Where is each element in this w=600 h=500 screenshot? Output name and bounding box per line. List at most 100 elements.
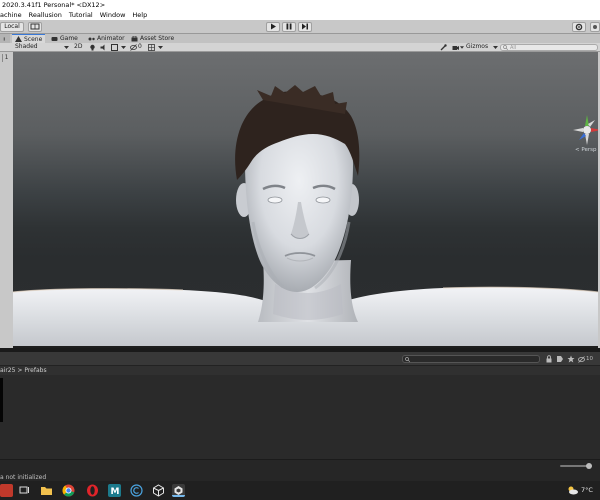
pivot-rotation-toggle[interactable]: Local (0, 22, 24, 32)
gizmos-dropdown[interactable]: Gizmos (466, 43, 498, 51)
effects-chevron[interactable] (121, 44, 127, 51)
grid-icon (148, 44, 155, 51)
store-icon (131, 35, 138, 41)
opera-icon[interactable] (86, 484, 99, 497)
lock-icon (546, 355, 552, 363)
tag-icon (557, 356, 563, 362)
hierarchy-panel-collapsed[interactable]: 1 (0, 52, 13, 348)
maya-icon[interactable]: M (108, 484, 121, 497)
step-button[interactable] (298, 22, 312, 32)
pivot-rotation-label: Local (4, 23, 20, 30)
breadcrumb-parent[interactable]: air25 (0, 367, 15, 374)
window-title: 2020.3.41f1 Personal* <DX12> (2, 1, 106, 9)
window-title-bar: 2020.3.41f1 Personal* <DX12> (0, 0, 600, 10)
animator-icon (88, 37, 95, 40)
tab-scene[interactable]: Scene (12, 34, 46, 43)
gizmos-label: Gizmos (466, 43, 489, 50)
tab-asset-store[interactable]: Asset Store (128, 34, 177, 43)
search-icon (405, 356, 410, 362)
menu-bar: achine Reallusion Tutorial Window Help (0, 10, 600, 20)
wrench-icon (440, 44, 447, 51)
menu-item-window[interactable]: Window (100, 10, 126, 20)
tab-animator[interactable]: Animator (85, 34, 128, 43)
chevron-down-icon (460, 46, 464, 49)
svg-text:M: M (111, 487, 120, 497)
left-panel-tab[interactable] (0, 34, 10, 43)
tools-button[interactable] (440, 44, 448, 51)
audio-toggle[interactable] (100, 44, 108, 51)
eye-slash-icon (130, 43, 137, 51)
filter-by-label-button[interactable] (567, 355, 576, 363)
shading-mode-dropdown[interactable]: Shaded (13, 43, 71, 51)
asset-thumbnail[interactable] (0, 378, 3, 422)
play-button[interactable] (266, 22, 280, 32)
weather-temperature[interactable]: 7°C (581, 486, 593, 494)
breadcrumb: air25 > Prefabs (0, 366, 600, 375)
shading-mode-label: Shaded (15, 43, 38, 50)
thumbnail-size-slider[interactable] (560, 463, 592, 469)
snap-toggle-button[interactable] (28, 22, 42, 32)
account-button[interactable] (590, 22, 600, 32)
panel-menu-icon (3, 36, 5, 41)
hidden-packages-toggle[interactable]: 10 (578, 355, 598, 363)
chevron-down-icon (121, 46, 126, 49)
hidden-packages-count: 10 (586, 356, 593, 362)
project-asset-grid[interactable] (0, 375, 600, 459)
gear-icon (575, 23, 583, 31)
unity-editor-icon[interactable] (172, 484, 185, 497)
tab-animator-label: Animator (97, 35, 125, 42)
project-toolbar: 10 (0, 352, 600, 366)
tab-game[interactable]: Game (48, 34, 81, 43)
perspective-label[interactable]: < Persp (575, 147, 596, 153)
toggle-2d-button[interactable]: 2D (74, 43, 84, 51)
editor-tab-row: Scene Game Animator Asset Store (0, 34, 600, 43)
hierarchy-index: 1 (2, 54, 10, 62)
pause-button[interactable] (282, 22, 296, 32)
hidden-objects-toggle[interactable]: 0 (130, 43, 146, 51)
pinned-app-icon[interactable] (0, 484, 13, 497)
play-icon (271, 23, 276, 30)
pause-icon (286, 23, 292, 30)
task-view-icon[interactable] (18, 484, 31, 497)
grid-chevron[interactable] (158, 44, 164, 51)
toggle-2d-label: 2D (74, 43, 83, 50)
menu-item-machine[interactable]: achine (0, 10, 22, 20)
grid-snap-icon (30, 23, 40, 30)
slider-handle[interactable] (586, 463, 592, 469)
filter-by-type-button[interactable] (556, 355, 565, 363)
search-icon (503, 45, 508, 50)
grid-toggle[interactable] (148, 44, 156, 51)
windows-taskbar: M 7°C (0, 481, 600, 500)
file-explorer-icon[interactable] (40, 484, 53, 497)
weather-icon[interactable] (566, 484, 580, 497)
breadcrumb-separator: > (17, 367, 23, 374)
camera-settings-button[interactable] (452, 44, 464, 51)
lock-button[interactable] (545, 355, 554, 363)
breadcrumb-current[interactable]: Prefabs (24, 367, 46, 374)
effects-dropdown[interactable] (111, 44, 119, 51)
scene-search-placeholder: All (510, 44, 517, 51)
hidden-objects-count: 0 (138, 43, 142, 50)
step-icon (302, 23, 308, 30)
tab-game-label: Game (60, 35, 78, 42)
scene-viewport[interactable]: < Persp (13, 52, 598, 346)
camera-icon (452, 45, 459, 50)
project-search-input[interactable] (402, 355, 540, 363)
star-icon (567, 355, 575, 363)
reallusion-icon[interactable] (130, 484, 143, 497)
collab-button[interactable] (572, 22, 586, 32)
tab-asset-store-label: Asset Store (140, 35, 175, 42)
chrome-icon[interactable] (62, 484, 75, 497)
scene-search-input[interactable]: All (500, 44, 598, 51)
menu-item-reallusion[interactable]: Reallusion (29, 10, 62, 20)
menu-item-help[interactable]: Help (132, 10, 147, 20)
chevron-down-icon (493, 46, 498, 49)
character-head-render (13, 85, 598, 346)
effects-icon (111, 44, 118, 51)
chevron-down-icon (64, 46, 69, 49)
scene-view-toolbar: Shaded 2D 0 Gizmos All (0, 43, 600, 52)
status-message[interactable]: a not initialized (0, 474, 46, 481)
menu-item-tutorial[interactable]: Tutorial (69, 10, 93, 20)
unity-hub-icon[interactable] (152, 484, 165, 497)
lighting-toggle[interactable] (89, 44, 97, 51)
